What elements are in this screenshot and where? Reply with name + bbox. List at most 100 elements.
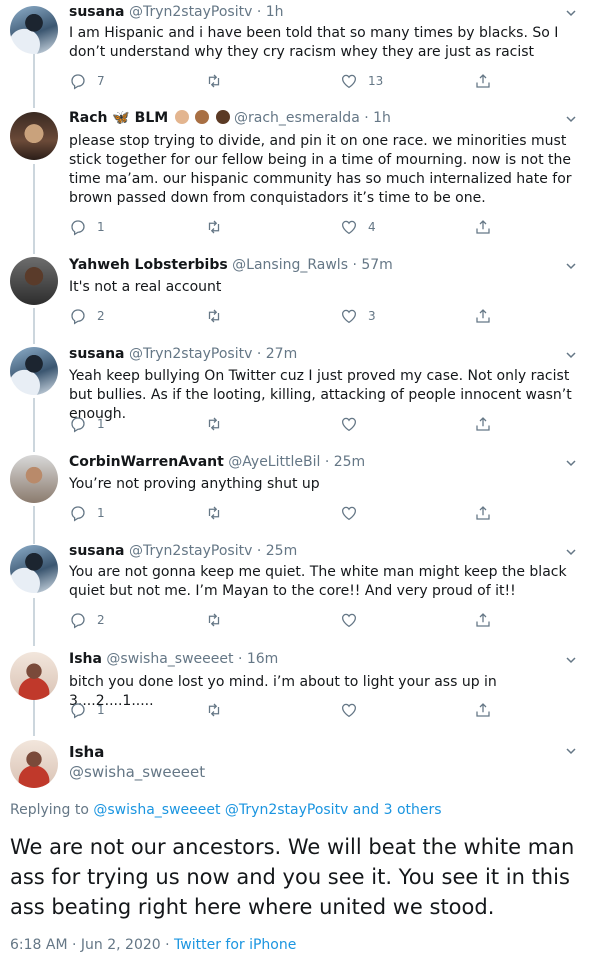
replying-to: Replying to @swisha_sweeeet @Tryn2stayPo… (10, 802, 442, 818)
avatar[interactable] (10, 257, 58, 305)
avatar[interactable] (10, 545, 58, 593)
separator: · (165, 937, 170, 953)
retweet-button[interactable] (205, 610, 233, 630)
share-button[interactable] (474, 503, 502, 523)
username[interactable]: @Tryn2stayPositv (129, 4, 252, 20)
timestamp[interactable]: 25m (266, 543, 297, 559)
timestamp[interactable]: 1h (373, 110, 391, 126)
share-button[interactable] (474, 414, 502, 434)
like-button[interactable] (340, 414, 368, 434)
thread-line (33, 700, 35, 736)
chevron-down-icon[interactable] (566, 261, 576, 271)
tweet-header: susana @Tryn2stayPositv · 27m (69, 346, 297, 362)
display-name[interactable]: susana (69, 346, 125, 362)
display-name[interactable]: susana (69, 543, 125, 559)
like-button[interactable] (340, 610, 368, 630)
like-button[interactable]: 4 (340, 217, 376, 237)
username[interactable]: @AyeLittleBil (228, 454, 320, 470)
avatar[interactable] (10, 112, 58, 160)
like-count: 3 (368, 309, 376, 323)
username[interactable]: @Tryn2stayPositv (129, 346, 252, 362)
retweet-button[interactable] (205, 414, 233, 434)
thread-line (33, 506, 35, 544)
display-name[interactable]: Yahweh Lobsterbibs (69, 257, 228, 273)
tweet-header: CorbinWarrenAvant @AyeLittleBil · 25m (69, 454, 365, 470)
timestamp[interactable]: 27m (266, 346, 297, 362)
like-icon (340, 701, 368, 719)
tweet-header: Yahweh Lobsterbibs @Lansing_Rawls · 57m (69, 257, 393, 273)
share-icon (474, 218, 502, 236)
timestamp[interactable]: 16m (247, 651, 278, 667)
retweet-icon (205, 701, 233, 719)
chevron-down-icon[interactable] (566, 458, 576, 468)
like-icon (340, 504, 368, 522)
tweet-source[interactable]: Twitter for iPhone (174, 937, 296, 953)
replying-others[interactable]: and 3 others (353, 802, 442, 818)
separator: · (364, 110, 369, 126)
reply-icon (69, 415, 97, 433)
reply-button[interactable]: 1 (69, 217, 105, 237)
retweet-button[interactable] (205, 306, 233, 326)
tweet-actions: 2 (69, 610, 499, 630)
chevron-down-icon[interactable] (566, 655, 576, 665)
like-button[interactable] (340, 503, 368, 523)
tweet-text: please stop trying to divide, and pin it… (69, 133, 572, 206)
display-name[interactable]: Rach 🦋 BLM (69, 110, 168, 126)
display-name[interactable]: Isha (69, 743, 205, 761)
timestamp[interactable]: 57m (361, 257, 392, 273)
chevron-down-icon[interactable] (566, 350, 576, 360)
reply-button[interactable]: 1 (69, 503, 105, 523)
like-icon (340, 307, 368, 325)
display-name[interactable]: Isha (69, 651, 102, 667)
share-button[interactable] (474, 217, 502, 237)
avatar[interactable] (10, 740, 58, 788)
username[interactable]: @rach_esmeralda (234, 110, 360, 126)
share-button[interactable] (474, 71, 502, 91)
tweet-date[interactable]: Jun 2, 2020 (81, 937, 161, 953)
reply-button[interactable]: 2 (69, 306, 105, 326)
like-button[interactable]: 13 (340, 71, 383, 91)
retweet-button[interactable] (205, 700, 233, 720)
avatar[interactable] (10, 455, 58, 503)
tweet-time[interactable]: 6:18 AM (10, 937, 68, 953)
username[interactable]: @Tryn2stayPositv (129, 543, 252, 559)
chevron-down-icon[interactable] (566, 8, 576, 18)
like-button[interactable]: 3 (340, 306, 376, 326)
username[interactable]: @swisha_sweeeet (69, 763, 205, 781)
reply-count: 7 (97, 74, 105, 88)
separator: · (352, 257, 357, 273)
tweet-actions: 1 4 (69, 217, 499, 237)
reply-button[interactable]: 7 (69, 71, 105, 91)
replying-to-users[interactable]: @swisha_sweeeet @Tryn2stayPositv (93, 802, 348, 818)
reply-icon (69, 701, 97, 719)
reply-button[interactable]: 2 (69, 610, 105, 630)
like-icon (340, 415, 368, 433)
chevron-down-icon[interactable] (566, 746, 576, 756)
retweet-button[interactable] (205, 503, 233, 523)
username[interactable]: @swisha_sweeeet (106, 651, 233, 667)
avatar[interactable] (10, 652, 58, 700)
timestamp[interactable]: 1h (266, 4, 284, 20)
reply-button[interactable]: 1 (69, 414, 105, 434)
share-button[interactable] (474, 610, 502, 630)
reply-icon (69, 504, 97, 522)
thread-line (33, 54, 35, 108)
reply-count: 1 (97, 506, 105, 520)
display-name[interactable]: susana (69, 4, 125, 20)
avatar[interactable] (10, 6, 58, 54)
like-button[interactable] (340, 700, 368, 720)
display-name[interactable]: CorbinWarrenAvant (69, 454, 224, 470)
reply-button[interactable]: 1 (69, 700, 105, 720)
timestamp[interactable]: 25m (334, 454, 365, 470)
retweet-button[interactable] (205, 71, 233, 91)
avatar[interactable] (10, 347, 58, 395)
share-button[interactable] (474, 306, 502, 326)
username[interactable]: @Lansing_Rawls (232, 257, 348, 273)
tweet-header: susana @Tryn2stayPositv · 25m (69, 543, 297, 559)
retweet-button[interactable] (205, 217, 233, 237)
reply-icon (69, 611, 97, 629)
chevron-down-icon[interactable] (566, 114, 576, 124)
separator: · (256, 346, 262, 362)
chevron-down-icon[interactable] (566, 547, 576, 557)
share-button[interactable] (474, 700, 502, 720)
